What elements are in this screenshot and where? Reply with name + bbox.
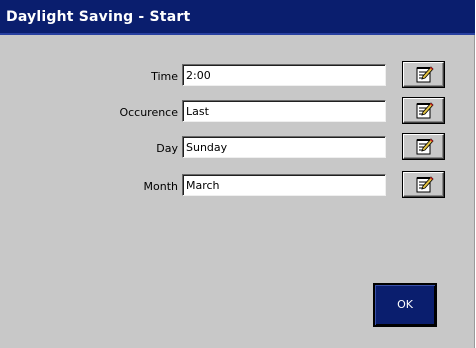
month-edit-button[interactable] — [403, 172, 444, 197]
day-edit-button[interactable] — [403, 134, 444, 159]
occurence-edit-button[interactable] — [403, 98, 444, 123]
window-title: Daylight Saving - Start — [6, 9, 191, 25]
occurence-field[interactable]: Last — [182, 100, 386, 122]
notepad-edit-icon — [416, 66, 434, 83]
month-field[interactable]: March — [182, 174, 386, 196]
ok-button[interactable]: OK — [373, 283, 437, 327]
time-edit-button[interactable] — [403, 62, 444, 87]
time-label: Time — [151, 70, 178, 83]
day-field[interactable]: Sunday — [182, 136, 386, 158]
occurence-label: Occurence — [119, 106, 178, 119]
day-label: Day — [156, 142, 178, 155]
time-field[interactable]: 2:00 — [182, 64, 386, 86]
notepad-edit-icon — [416, 138, 434, 155]
title-bar: Daylight Saving - Start — [0, 0, 475, 35]
notepad-edit-icon — [416, 102, 434, 119]
notepad-edit-icon — [416, 176, 434, 193]
dialog-window: Daylight Saving - Start Time 2:00 Occure… — [0, 0, 475, 348]
month-label: Month — [143, 180, 178, 193]
